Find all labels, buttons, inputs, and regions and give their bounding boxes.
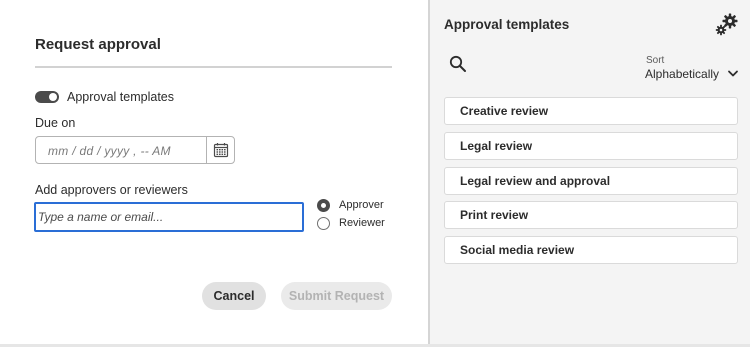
- reviewer-radio-label: Reviewer: [339, 217, 385, 229]
- approver-radio-label: Approver: [339, 199, 384, 211]
- name-email-input[interactable]: [38, 204, 302, 230]
- due-date-field[interactable]: mm / dd / yyyy , -- AM: [35, 136, 235, 164]
- sort-label: Sort: [646, 55, 665, 66]
- panel-title: Approval templates: [444, 17, 570, 32]
- calendar-button[interactable]: [206, 137, 234, 163]
- gear-icon[interactable]: [712, 12, 740, 38]
- dialog-title: Request approval: [35, 36, 161, 53]
- name-email-field[interactable]: [34, 202, 304, 232]
- due-on-label: Due on: [35, 116, 76, 130]
- template-item-social-media-review[interactable]: Social media review: [444, 236, 738, 264]
- cancel-button[interactable]: Cancel: [202, 282, 266, 310]
- search-icon[interactable]: [449, 55, 467, 73]
- template-item-creative-review[interactable]: Creative review: [444, 97, 738, 125]
- reviewer-radio[interactable]: [317, 217, 330, 230]
- sort-dropdown[interactable]: Alphabetically: [645, 67, 719, 81]
- calendar-icon: [213, 143, 228, 158]
- toggle-label: Approval templates: [67, 90, 175, 104]
- approver-radio[interactable]: [317, 199, 330, 212]
- title-divider: [35, 66, 392, 68]
- submit-request-button[interactable]: Submit Request: [281, 282, 392, 310]
- toggle-knob: [49, 93, 57, 101]
- template-item-legal-review[interactable]: Legal review: [444, 132, 738, 160]
- due-date-placeholder: mm / dd / yyyy , -- AM: [48, 144, 171, 158]
- approval-templates-toggle[interactable]: [35, 91, 59, 103]
- template-item-legal-review-and-approval[interactable]: Legal review and approval: [444, 167, 738, 195]
- chevron-down-icon[interactable]: [727, 69, 739, 79]
- add-approvers-label: Add approvers or reviewers: [35, 183, 188, 197]
- template-item-print-review[interactable]: Print review: [444, 201, 738, 229]
